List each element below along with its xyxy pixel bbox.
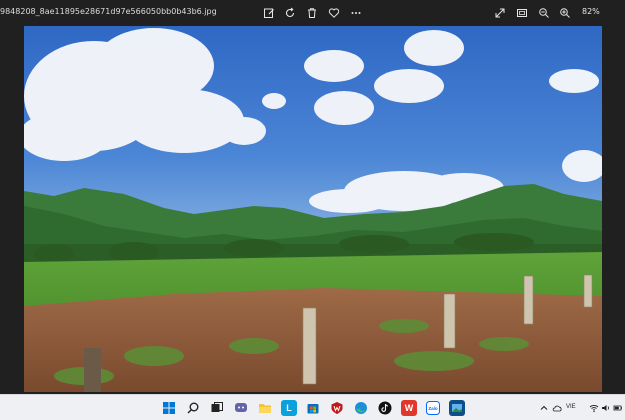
volume-icon[interactable] [600,402,611,413]
rotate-icon[interactable] [283,6,297,20]
photo-image [24,26,602,392]
edge-icon[interactable] [353,400,369,416]
mcafee-icon[interactable] [329,400,345,416]
microsoft-store-icon[interactable] [305,400,321,416]
chat-icon[interactable] [233,400,249,416]
favorite-icon[interactable] [327,6,341,20]
wps-office-icon[interactable]: W [401,400,417,416]
language-indicator[interactable]: VIE [566,404,576,410]
more-icon[interactable] [349,6,363,20]
file-name: 9848208_8ae11895e28671d97e566050bb0b43b6… [0,7,217,16]
edit-icon[interactable] [262,6,276,20]
wifi-icon[interactable] [588,402,599,413]
cloud-icon[interactable] [551,402,562,413]
photos-icon[interactable] [449,400,465,416]
svg-text:Zalo: Zalo [428,406,438,411]
zalo-icon[interactable]: Zalo [425,400,441,416]
zoom-level: 82% [582,7,600,16]
file-explorer-icon[interactable] [257,400,273,416]
app-l-icon[interactable]: L [281,400,297,416]
fullscreen-icon[interactable] [493,6,507,20]
chevron-up-icon[interactable] [538,402,549,413]
start-icon[interactable] [161,400,177,416]
search-icon[interactable] [185,400,201,416]
photo-view[interactable] [24,26,602,392]
fit-icon[interactable] [515,6,529,20]
zoom-in-icon[interactable] [558,6,572,20]
taskbar: L W Zalo VIE [0,394,625,420]
title-bar: 9848208_8ae11895e28671d97e566050bb0b43b6… [0,0,625,26]
battery-icon[interactable] [612,402,623,413]
delete-icon[interactable] [305,6,319,20]
zoom-out-icon[interactable] [537,6,551,20]
task-view-icon[interactable] [209,400,225,416]
photos-app-window: 9848208_8ae11895e28671d97e566050bb0b43b6… [0,0,625,394]
tiktok-icon[interactable] [377,400,393,416]
